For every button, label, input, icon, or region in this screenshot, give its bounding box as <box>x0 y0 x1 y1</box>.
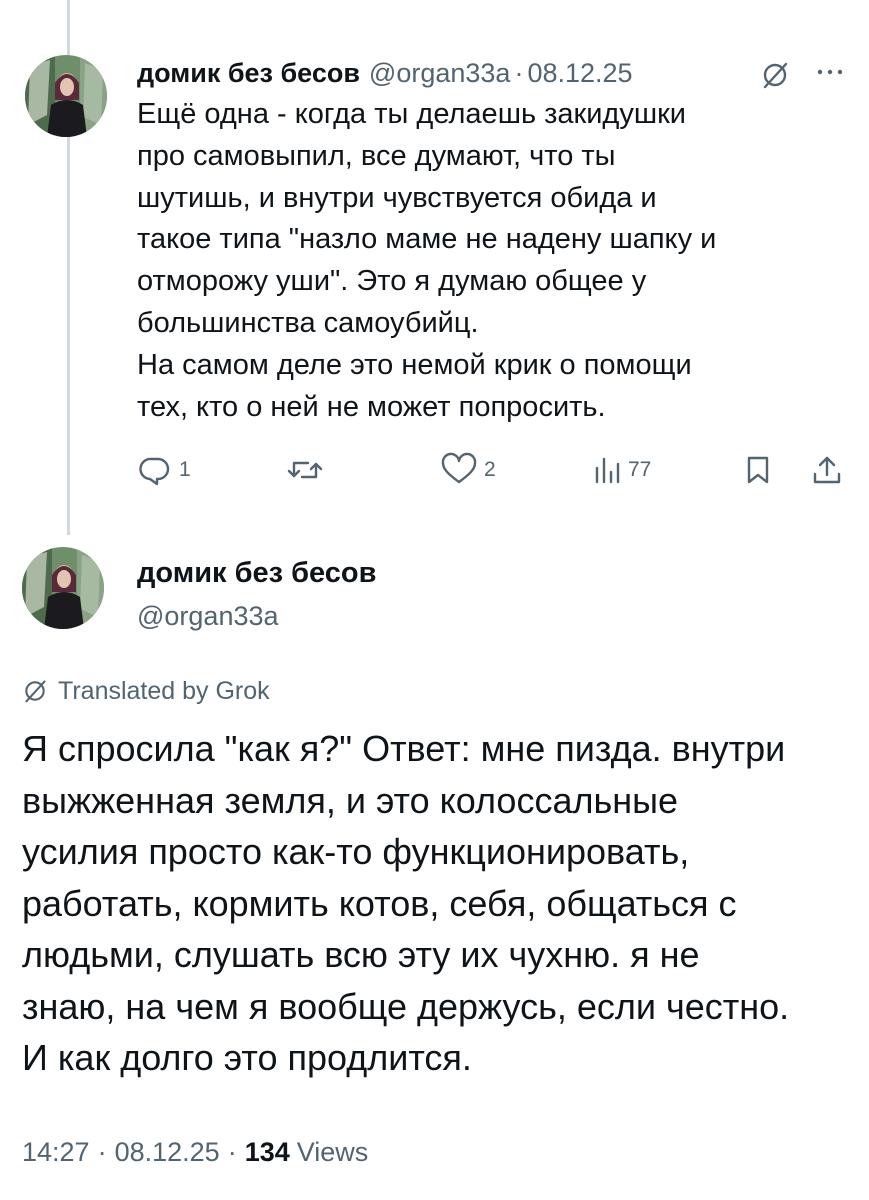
display-name[interactable]: домик без бесов <box>137 557 376 590</box>
repost-button[interactable] <box>285 450 331 490</box>
views-icon <box>595 457 620 484</box>
tweet-date[interactable]: 08.12.25 <box>527 58 632 89</box>
tweet-text-line: шутишь, и внутри чувствуется обида и <box>137 181 657 214</box>
tweet-time[interactable]: 14:27 <box>22 1137 90 1168</box>
tweet-text-line: такое типа "назло маме не надену шапку и <box>137 223 717 256</box>
share-button[interactable] <box>810 450 844 490</box>
view-count: 77 <box>628 458 652 481</box>
views-label[interactable]: Views <box>297 1137 369 1168</box>
tweet-text: Ещё одна - когда ты делаешь закидушки пр… <box>137 94 837 428</box>
tweet-text-line: про самовыпил, все думают, что ты <box>137 139 616 172</box>
tweet-meta-footer: 14:27 · 08.12.25 · 134 Views <box>22 1132 368 1172</box>
repost-icon <box>287 461 323 479</box>
like-button[interactable]: 2 <box>440 450 496 490</box>
reply-button[interactable]: 1 <box>137 450 191 490</box>
tweet-header: домик без бесов @organ33a · 08.12.25 <box>137 53 839 93</box>
tweet-text-line: выжженная земля, и это колоссальные <box>22 779 679 821</box>
like-count: 2 <box>484 458 496 481</box>
tweet-text-line: отморожу уши". Это я думаю общее у <box>137 265 647 298</box>
share-icon <box>813 456 841 484</box>
tweet-date[interactable]: 08.12.25 <box>115 1137 220 1168</box>
tweet-text-line: работать, кормить котов, себя, общаться … <box>22 882 737 924</box>
tweet-text-line: И как долго это продлится. <box>22 1037 472 1078</box>
bookmark-button[interactable] <box>743 450 773 490</box>
avatar[interactable] <box>25 55 107 137</box>
tweet-text-line: На самом деле это немой крик о помощи <box>137 348 692 381</box>
tweet-text-line: усилия просто как-то функционировать, <box>22 831 690 872</box>
tweet-text-line: большинства самоубийц. <box>137 306 479 339</box>
grok-icon[interactable] <box>760 60 790 90</box>
tweet-text-line: знаю, на чем я вообще держусь, если чест… <box>22 985 790 1027</box>
tweet-text-line: Я спросила "как я?" Ответ: мне пизда. вн… <box>22 728 786 769</box>
avatar-photo <box>22 547 104 629</box>
separator-dot: · <box>227 1136 237 1167</box>
like-icon <box>441 452 477 484</box>
separator-dot: · <box>514 57 524 88</box>
views-button[interactable]: 77 <box>592 450 651 490</box>
views-count[interactable]: 134 <box>245 1137 290 1168</box>
avatar-photo <box>25 55 107 137</box>
more-icon[interactable] <box>813 58 847 88</box>
reply-count: 1 <box>179 458 191 481</box>
tweet-text-line: Ещё одна - когда ты делаешь закидушки <box>137 98 687 130</box>
user-handle[interactable]: @organ33a <box>137 601 279 632</box>
avatar[interactable] <box>22 547 104 629</box>
bookmark-icon <box>747 456 769 484</box>
tweet-text-line: людьми, слушать всю эту их чухню. я не <box>22 934 700 975</box>
user-handle[interactable]: @organ33a <box>369 58 511 89</box>
tweet-text-line: тех, кто о ней не может попросить. <box>137 390 606 423</box>
tweet-action-bar: 1 2 77 <box>0 450 869 490</box>
translation-label: Translated by Grok <box>58 676 270 705</box>
separator-dot: · <box>97 1136 107 1167</box>
tweet-text: Я спросила "как я?" Ответ: мне пизда. вн… <box>22 723 852 1084</box>
display-name[interactable]: домик без бесов <box>137 58 360 89</box>
reply-icon <box>139 457 170 486</box>
grok-icon <box>25 680 46 703</box>
translation-notice[interactable]: Translated by Grok <box>22 673 270 709</box>
